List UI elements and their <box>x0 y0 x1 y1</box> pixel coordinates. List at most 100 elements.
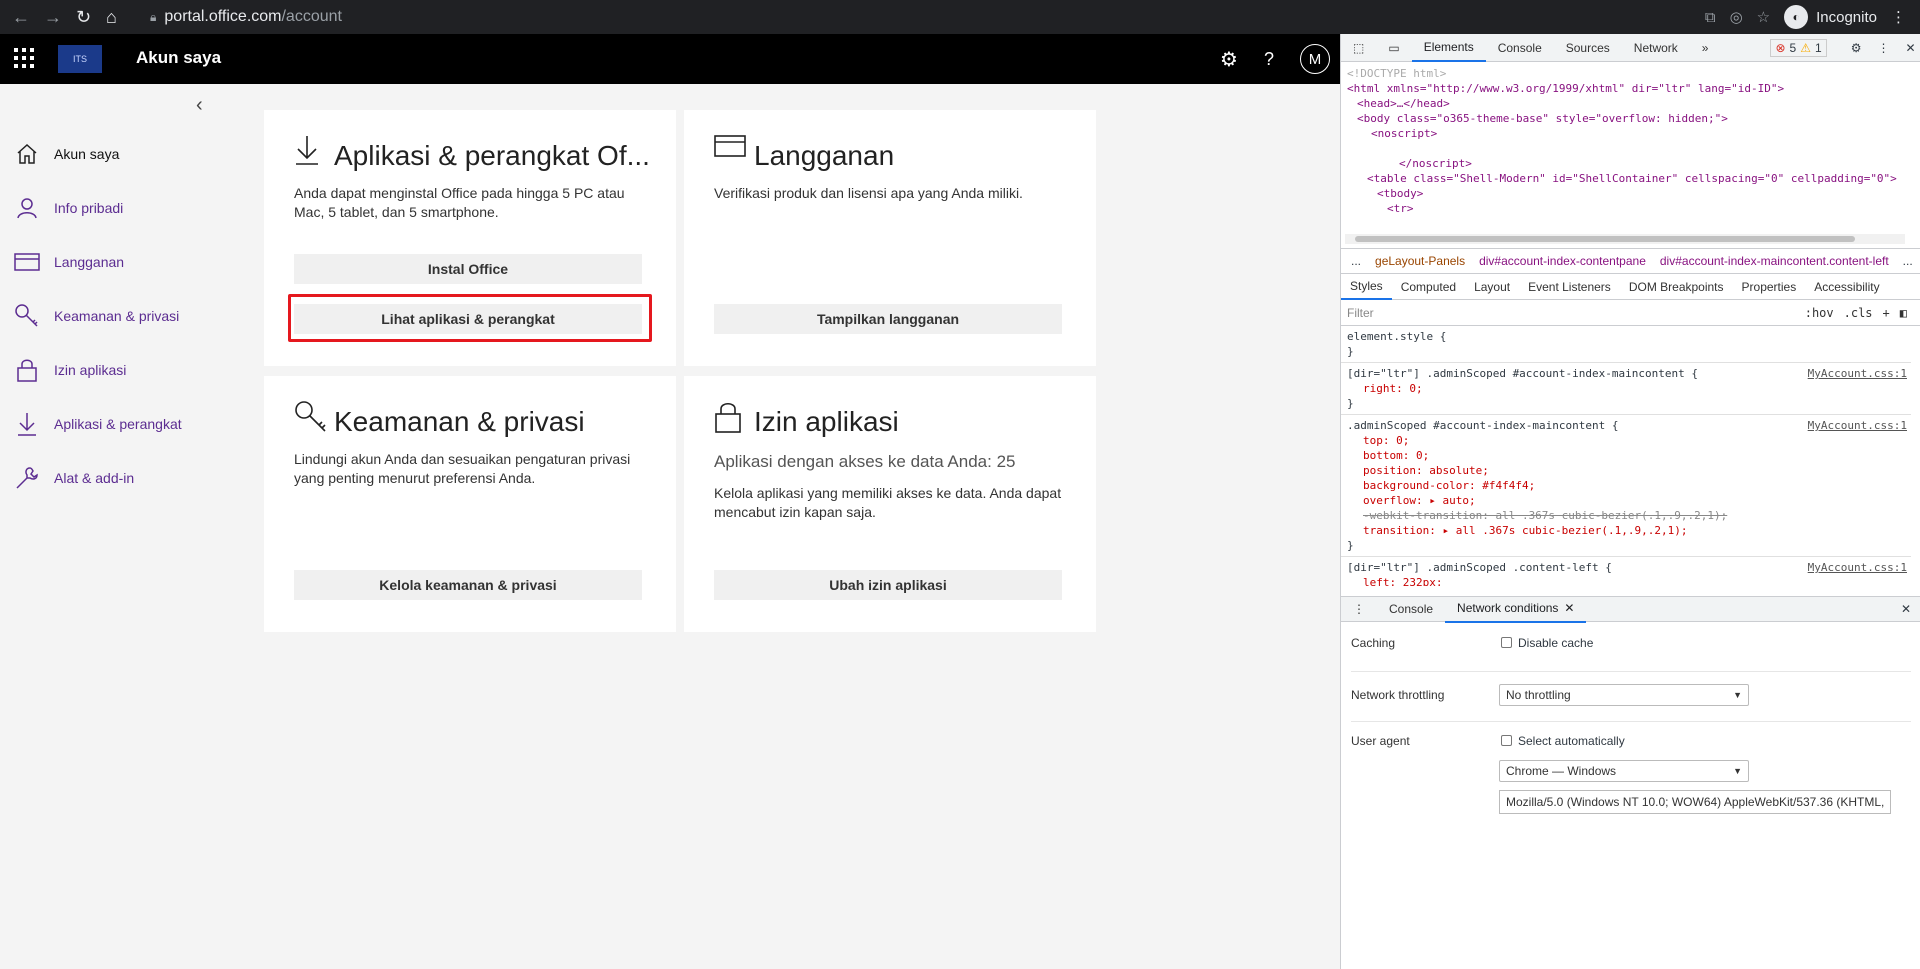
dom-line[interactable]: <tr> <box>1347 201 1905 216</box>
issues-badge[interactable]: ⊗ 5 ⚠ 1 <box>1770 38 1827 57</box>
add-rule-icon[interactable]: + <box>1883 306 1890 320</box>
disable-cache-checkbox[interactable]: Disable cache <box>1501 636 1593 650</box>
tab-dom-breakpoints[interactable]: DOM Breakpoints <box>1620 274 1733 300</box>
css-property[interactable]: right: 0; <box>1347 381 1905 396</box>
sidebar-item-info-pribadi[interactable]: Info pribadi <box>0 186 232 230</box>
forward-icon[interactable]: → <box>44 0 62 34</box>
help-icon[interactable]: ? <box>1264 49 1274 70</box>
horizontal-scrollbar[interactable] <box>1345 234 1905 244</box>
drawer-tab-label: Network conditions <box>1457 601 1559 615</box>
settings-gear-icon[interactable]: ⚙ <box>1220 47 1238 72</box>
dom-line[interactable]: <tbody> <box>1347 186 1905 201</box>
person-icon <box>0 196 54 220</box>
settings-gear-icon[interactable]: ⚙ <box>1851 41 1862 55</box>
sidebar-item-aplikasi-perangkat[interactable]: Aplikasi & perangkat <box>0 402 232 446</box>
translate-icon[interactable]: ⧉ <box>1705 9 1716 26</box>
office-header: ITS Akun saya ⚙ ? M <box>0 34 1340 84</box>
drawer-tab-network-conditions[interactable]: Network conditions ✕ <box>1445 595 1587 623</box>
css-property[interactable]: background-color: #f4f4f4; <box>1347 478 1905 493</box>
close-icon[interactable]: ✕ <box>1905 41 1915 55</box>
profile-button[interactable]: ◐ Incognito <box>1784 5 1877 29</box>
install-office-button[interactable]: Instal Office <box>294 254 642 284</box>
tab-computed[interactable]: Computed <box>1392 274 1465 300</box>
user-agent-select[interactable]: Chrome — Windows ▼ <box>1499 760 1749 782</box>
org-logo[interactable]: ITS <box>58 45 102 73</box>
css-property[interactable]: left: 232px; <box>1347 575 1905 586</box>
scrollbar-thumb[interactable] <box>1355 236 1855 242</box>
css-property[interactable]: position: absolute; <box>1347 463 1905 478</box>
sidebar-item-akun-saya[interactable]: Akun saya <box>0 132 232 176</box>
star-icon[interactable]: ☆ <box>1757 8 1770 26</box>
change-permissions-button[interactable]: Ubah izin aplikasi <box>714 570 1062 600</box>
device-toggle-icon[interactable]: ▭ <box>1376 34 1411 62</box>
dom-line[interactable]: <!DOCTYPE html> <box>1347 66 1905 81</box>
cls-toggle[interactable]: .cls <box>1844 306 1873 320</box>
drawer-menu-icon[interactable]: ⋮ <box>1341 595 1377 623</box>
sidebar-item-langganan[interactable]: Langganan <box>0 240 232 284</box>
avatar[interactable]: M <box>1300 44 1330 74</box>
card-description: Kelola aplikasi yang memiliki akses ke d… <box>714 485 1062 520</box>
close-icon[interactable]: ✕ <box>1564 601 1574 615</box>
breadcrumb-item[interactable]: div#account-index-maincontent.content-le… <box>1660 254 1889 268</box>
collapse-chevron-left-icon[interactable]: ‹ <box>196 94 203 117</box>
breadcrumb-item[interactable]: ... <box>1903 254 1913 268</box>
dom-line[interactable]: <head>…</head> <box>1347 96 1905 111</box>
dom-line[interactable]: <table class="Shell-Modern" id="ShellCon… <box>1347 171 1905 186</box>
more-tabs-icon[interactable]: » <box>1690 34 1721 62</box>
hov-toggle[interactable]: :hov <box>1805 306 1834 320</box>
tab-styles[interactable]: Styles <box>1341 274 1392 300</box>
reload-icon[interactable]: ↻ <box>76 0 91 34</box>
sidebar-item-keamanan[interactable]: Keamanan & privasi <box>0 294 232 338</box>
manage-security-button[interactable]: Kelola keamanan & privasi <box>294 570 642 600</box>
drawer-tab-console[interactable]: Console <box>1377 595 1445 623</box>
tab-sources[interactable]: Sources <box>1554 34 1622 62</box>
address-bar[interactable]: 🔒︎ portal.office.com/account <box>150 6 342 28</box>
tab-elements[interactable]: Elements <box>1411 34 1486 62</box>
sidebar-item-label: Keamanan & privasi <box>54 308 180 324</box>
rule-close: } <box>1347 345 1354 358</box>
rule-selector[interactable]: element.style { <box>1347 329 1905 344</box>
tab-event-listeners[interactable]: Event Listeners <box>1519 274 1620 300</box>
dom-line[interactable]: <body class="o365-theme-base" style="ove… <box>1347 111 1905 126</box>
throttling-select[interactable]: No throttling ▼ <box>1499 684 1749 706</box>
url-path: /account <box>281 8 342 25</box>
tab-accessibility[interactable]: Accessibility <box>1805 274 1888 300</box>
sidebar-item-izin-aplikasi[interactable]: Izin aplikasi <box>0 348 232 392</box>
sidebar-toggle-icon[interactable]: ◧ <box>1900 306 1907 320</box>
css-property[interactable]: overflow: ▸ auto; <box>1347 493 1905 508</box>
tab-console[interactable]: Console <box>1486 34 1554 62</box>
tab-layout[interactable]: Layout <box>1465 274 1519 300</box>
css-property[interactable]: bottom: 0; <box>1347 448 1905 463</box>
select-automatically-checkbox[interactable]: Select automatically <box>1501 734 1625 748</box>
dom-line[interactable]: <html xmlns="http://www.w3.org/1999/xhtm… <box>1347 81 1905 96</box>
css-rules: element.style { } MyAccount.css:1 [dir="… <box>1341 326 1911 586</box>
incognito-icon: ◐ <box>1784 5 1809 29</box>
checkbox[interactable] <box>1501 735 1512 746</box>
home-icon[interactable]: ⌂ <box>106 0 117 34</box>
styles-filter-input[interactable]: Filter :hov .cls + ◧ <box>1341 300 1920 326</box>
kebab-menu-icon[interactable]: ⋮ <box>1877 41 1889 55</box>
rule-source-link[interactable]: MyAccount.css:1 <box>1808 560 1907 575</box>
tab-properties[interactable]: Properties <box>1733 274 1806 300</box>
css-property[interactable]: top: 0; <box>1347 433 1905 448</box>
app-launcher-icon[interactable] <box>12 46 34 68</box>
rule-source-link[interactable]: MyAccount.css:1 <box>1808 418 1907 433</box>
breadcrumb-item[interactable]: ... <box>1351 254 1361 268</box>
css-property[interactable]: transition: ▸ all .367s cubic-bezier(.1,… <box>1347 523 1905 538</box>
eye-off-icon[interactable]: ◎ <box>1730 8 1743 26</box>
back-icon[interactable]: ← <box>12 0 30 34</box>
user-agent-input[interactable]: Mozilla/5.0 (Windows NT 10.0; WOW64) App… <box>1499 790 1891 814</box>
checkbox[interactable] <box>1501 637 1512 648</box>
close-drawer-icon[interactable]: ✕ <box>1901 602 1911 616</box>
menu-icon[interactable]: ⋮ <box>1891 8 1906 26</box>
inspect-icon[interactable]: ⬚ <box>1341 34 1376 62</box>
dom-line[interactable]: <noscript> <box>1347 126 1905 141</box>
tab-network[interactable]: Network <box>1622 34 1690 62</box>
dom-line[interactable]: </noscript> <box>1347 156 1905 171</box>
breadcrumb-item[interactable]: div#account-index-contentpane <box>1479 254 1646 268</box>
sidebar-item-alat-addin[interactable]: Alat & add-in <box>0 456 232 500</box>
breadcrumb-item[interactable]: geLayout-Panels <box>1375 254 1465 268</box>
css-property[interactable]: -webkit-transition: all .367s cubic-bezi… <box>1347 508 1905 523</box>
rule-source-link[interactable]: MyAccount.css:1 <box>1808 366 1907 381</box>
show-subscriptions-button[interactable]: Tampilkan langganan <box>714 304 1062 334</box>
